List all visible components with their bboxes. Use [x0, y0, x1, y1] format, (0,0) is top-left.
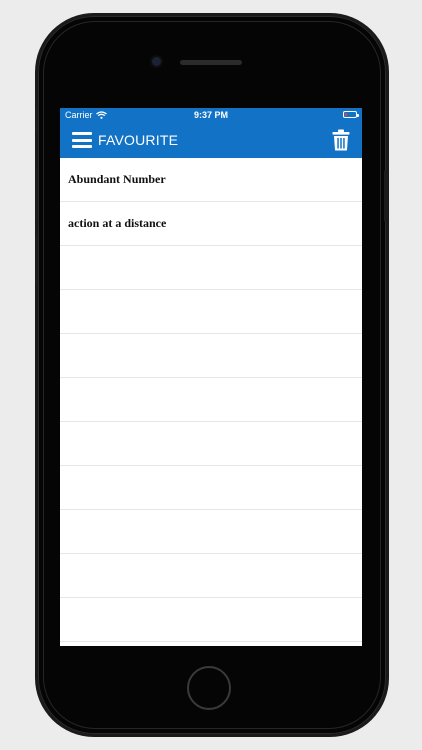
list-item[interactable]: [60, 466, 362, 510]
list-item[interactable]: [60, 422, 362, 466]
list-item[interactable]: action at a distance: [60, 202, 362, 246]
page-title: FAVOURITE: [98, 132, 179, 148]
home-button[interactable]: [187, 666, 231, 710]
list-item[interactable]: [60, 598, 362, 642]
volume-up-button: [35, 168, 38, 220]
mute-switch: [35, 108, 38, 134]
list-item[interactable]: [60, 378, 362, 422]
battery-level: [345, 113, 347, 116]
favourites-list: Abundant Number action at a distance: [60, 158, 362, 646]
hamburger-menu-icon[interactable]: [72, 132, 92, 148]
battery-icon: [343, 111, 359, 118]
navigation-bar: FAVOURITE: [60, 122, 362, 158]
earpiece-speaker: [180, 60, 242, 65]
list-item[interactable]: [60, 642, 362, 646]
volume-down-button: [35, 234, 38, 286]
status-time: 9:37 PM: [193, 110, 228, 120]
front-camera: [152, 57, 161, 66]
list-item[interactable]: [60, 246, 362, 290]
app-preview-stage: Carrier 9:37 PM FAVOURITE Abundant Numbe…: [0, 0, 422, 750]
list-item[interactable]: [60, 510, 362, 554]
app-screen: Carrier 9:37 PM FAVOURITE Abundant Numbe…: [60, 108, 362, 646]
status-bar: Carrier 9:37 PM: [60, 108, 362, 122]
list-item[interactable]: [60, 554, 362, 598]
list-item[interactable]: [60, 290, 362, 334]
power-button: [384, 170, 387, 222]
list-item[interactable]: Abundant Number: [60, 158, 362, 202]
list-item[interactable]: [60, 334, 362, 378]
trash-icon[interactable]: [332, 129, 350, 151]
